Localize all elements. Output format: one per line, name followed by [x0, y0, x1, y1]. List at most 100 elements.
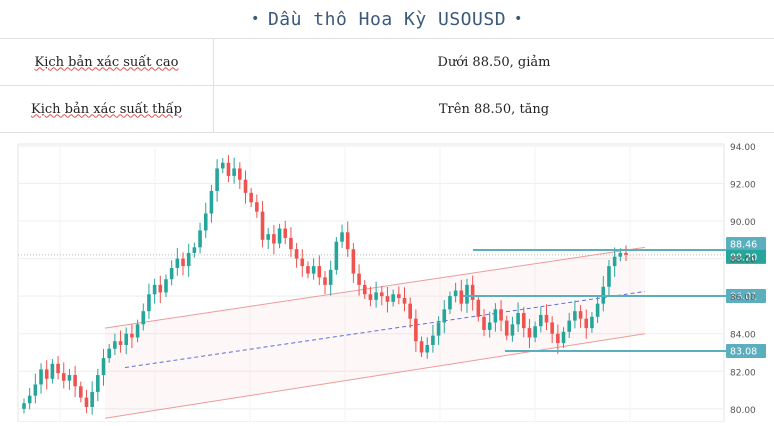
candle-body: [221, 163, 225, 169]
table-row: Kịch bản xác suất cao Dưới 88.50, giảm: [0, 39, 774, 86]
candle-body: [414, 319, 418, 342]
candle-body: [556, 334, 560, 343]
table-row: Kịch bản xác suất thấp Trên 88.50, tăng: [0, 86, 774, 133]
candle-body: [590, 317, 594, 328]
candle-body: [249, 193, 253, 202]
y-tick-label: 90.00: [730, 218, 756, 228]
page-title: Dầu thô Hoa Kỳ USOUSD: [268, 9, 506, 30]
candle-body: [278, 229, 282, 244]
candle-body: [68, 375, 72, 381]
page-header: • Dầu thô Hoa Kỳ USOUSD •: [0, 0, 774, 38]
candle-body: [215, 168, 219, 191]
candle-body: [181, 259, 185, 267]
candle-body: [318, 266, 322, 277]
header-bullet-right: •: [514, 11, 523, 27]
candle-body: [454, 291, 458, 297]
y-tick-label: 82.00: [730, 368, 756, 378]
candle-body: [545, 315, 549, 323]
scenario-value-low: Trên 88.50, tăng: [214, 86, 774, 133]
candle-body: [124, 334, 128, 345]
candle-body: [289, 238, 293, 249]
candle-body: [266, 234, 270, 240]
candle-body: [159, 285, 163, 293]
candle-body: [272, 234, 276, 243]
scenario-label-low: Kịch bản xác suất thấp: [0, 86, 214, 133]
candle-body: [204, 214, 208, 231]
candle-body: [494, 309, 498, 322]
candle-body: [51, 364, 55, 379]
candle-body: [431, 336, 435, 345]
candle-body: [300, 259, 304, 267]
y-tick-label: 84.00: [730, 331, 756, 341]
candle-body: [283, 229, 287, 238]
candle-body: [85, 398, 89, 407]
candle-body: [380, 292, 384, 296]
candle-body: [391, 294, 395, 302]
candle-body: [403, 298, 407, 304]
candle-body: [408, 304, 412, 319]
candle-body: [460, 291, 464, 304]
candle-body: [141, 311, 145, 324]
chart-canvas[interactable]: 88.4688.2086.0183.08 94.0092.0090.0088.0…: [0, 130, 774, 422]
candle-body: [227, 163, 231, 176]
candle-body: [164, 279, 168, 292]
price-label: 88.46: [730, 239, 757, 250]
candle-body: [386, 296, 390, 302]
candle-body: [193, 247, 197, 253]
candle-body: [113, 341, 117, 349]
candle-body: [607, 266, 611, 287]
candle-body: [335, 242, 339, 270]
candle-body: [488, 322, 492, 330]
price-label: 83.08: [730, 346, 757, 357]
scenario-table: Kịch bản xác suất cao Dưới 88.50, giảm K…: [0, 38, 774, 133]
candle-body: [107, 349, 111, 358]
candle-body: [511, 324, 515, 335]
candle-body: [176, 259, 180, 268]
candle-body: [187, 253, 191, 266]
candle-body: [73, 375, 77, 386]
candle-body: [198, 230, 202, 247]
candle-body: [499, 309, 503, 320]
candle-body: [352, 249, 356, 273]
candle-body: [562, 332, 566, 343]
price-axis: 94.0092.0090.0088.0086.0084.0082.0080.00: [730, 143, 756, 416]
candle-body: [579, 311, 583, 319]
candle-body: [147, 294, 151, 311]
candle-body: [477, 300, 481, 317]
candle-body: [255, 202, 259, 211]
candle-body: [374, 292, 378, 300]
candle-body: [170, 268, 174, 279]
candle-body: [295, 249, 299, 258]
candle-body: [613, 257, 617, 266]
candle-body: [90, 392, 94, 407]
candle-body: [56, 364, 60, 373]
candle-body: [505, 321, 509, 336]
candle-body: [516, 313, 520, 324]
candle-body: [471, 285, 475, 300]
scenario-value-high: Dưới 88.50, giảm: [214, 39, 774, 86]
candle-body: [119, 341, 123, 345]
candle-body: [420, 341, 424, 352]
candle-body: [22, 403, 26, 409]
candle-body: [346, 232, 350, 249]
candle-body: [306, 266, 310, 274]
candle-body: [340, 232, 344, 241]
candle-body: [96, 375, 100, 392]
candle-body: [550, 322, 554, 333]
candle-body: [136, 324, 140, 337]
candle-body: [539, 315, 543, 326]
candle-body: [102, 358, 106, 375]
candle-body: [232, 168, 236, 176]
y-tick-label: 86.00: [730, 293, 756, 303]
candle-body: [210, 191, 214, 214]
candle-body: [437, 322, 441, 335]
candle-body: [62, 373, 66, 381]
candle-body: [363, 285, 367, 294]
candle-body: [448, 296, 452, 309]
candle-body: [573, 311, 577, 320]
candle-body: [584, 319, 588, 328]
candle-body: [482, 317, 486, 330]
scenario-label-high: Kịch bản xác suất cao: [0, 39, 214, 86]
candle-body: [442, 309, 446, 322]
price-chart[interactable]: 88.4688.2086.0183.08 94.0092.0090.0088.0…: [0, 130, 774, 422]
